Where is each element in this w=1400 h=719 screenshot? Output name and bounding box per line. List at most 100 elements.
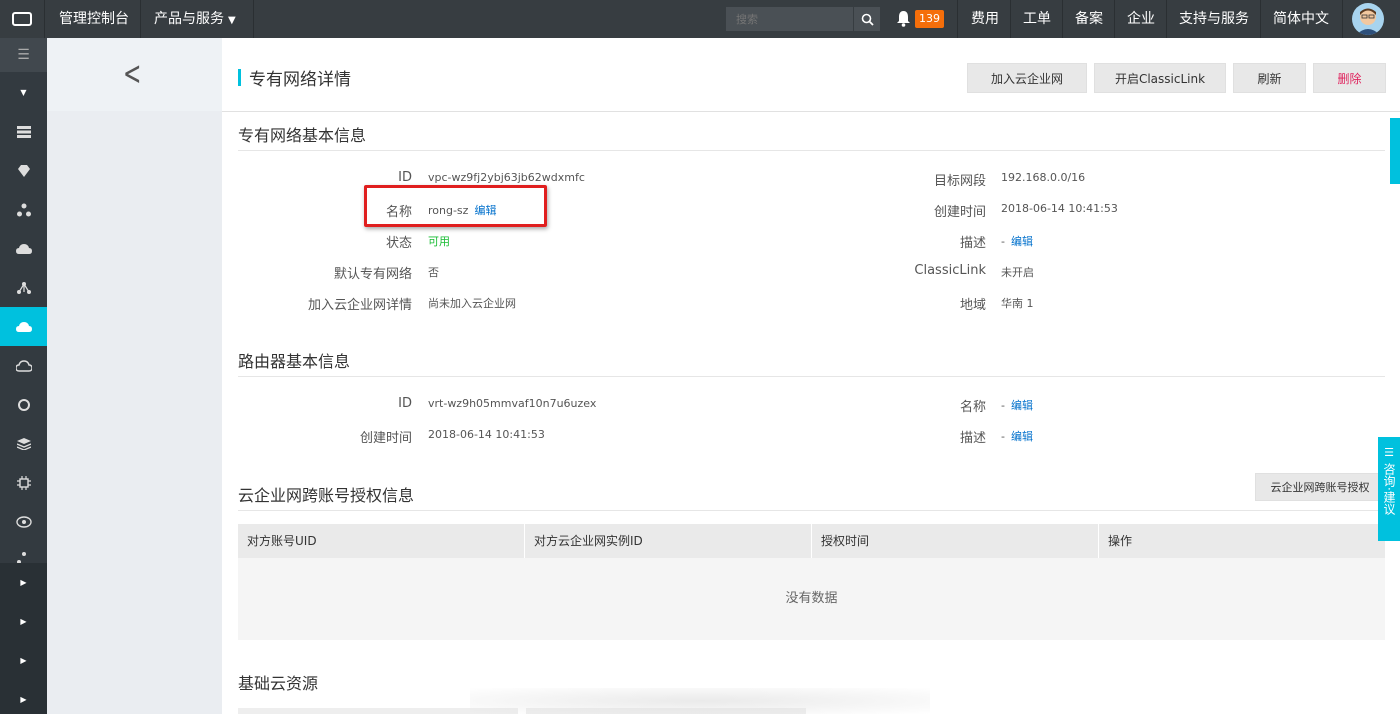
cen-detail-label: 加入云企业网详情 bbox=[307, 298, 412, 313]
column-header[interactable]: 操作 bbox=[1099, 524, 1385, 558]
enterprise-link[interactable]: 企业 bbox=[1115, 0, 1167, 38]
notification-count-badge[interactable]: 139 bbox=[915, 10, 944, 28]
chip-icon bbox=[16, 475, 31, 490]
cidr-label: 目标网段 bbox=[933, 174, 986, 189]
vpc-id-label: ID bbox=[398, 170, 412, 185]
sidebar-groups: ▶ ▶ ▶ ▶ bbox=[0, 563, 47, 714]
router-desc-field: - 编辑 bbox=[1001, 428, 1033, 444]
join-cen-button[interactable]: 加入云企业网 bbox=[967, 63, 1087, 93]
router-created-value: 2018-06-14 10:41:53 bbox=[428, 428, 545, 441]
icp-filing-link[interactable]: 备案 bbox=[1063, 0, 1115, 38]
search-icon bbox=[861, 13, 874, 26]
tickets-link[interactable]: 工单 bbox=[1011, 0, 1063, 38]
scroll-shadow bbox=[470, 688, 930, 714]
icon-sidebar: ☰ ▼ ▶ ▶ ▶ ▶ bbox=[0, 38, 47, 714]
divider bbox=[238, 150, 1385, 151]
vpc-status-value: 可用 bbox=[428, 235, 450, 248]
router-section-title: 路由器基本信息 bbox=[238, 352, 351, 371]
enable-classiclink-button[interactable]: 开启ClassicLink bbox=[1094, 63, 1226, 93]
vpc-desc-label: 描述 bbox=[959, 236, 986, 251]
page-header: 专有网络详情 加入云企业网 开启ClassicLink 刷新 删除 bbox=[222, 38, 1400, 112]
cloud-outline-icon bbox=[15, 359, 32, 372]
column-header[interactable]: 对方云企业网实例ID bbox=[525, 524, 811, 558]
logo-icon bbox=[12, 12, 32, 26]
auth-section-title: 云企业网跨账号授权信息 bbox=[238, 486, 415, 505]
router-name-field: - 编辑 bbox=[1001, 397, 1033, 413]
language-link[interactable]: 简体中文 bbox=[1261, 0, 1341, 38]
router-id-label: ID bbox=[398, 396, 412, 411]
sidebar-item-storage[interactable] bbox=[0, 424, 47, 463]
page-title: 专有网络详情 bbox=[249, 70, 351, 90]
vpc-created-value: 2018-06-14 10:41:53 bbox=[1001, 202, 1118, 215]
delete-button[interactable]: 删除 bbox=[1313, 63, 1386, 93]
sidebar-item-chip[interactable] bbox=[0, 463, 47, 502]
side-handle[interactable] bbox=[1390, 118, 1400, 184]
search-button[interactable] bbox=[853, 7, 880, 31]
classiclink-value: 未开启 bbox=[1001, 266, 1034, 279]
sidebar-item-more[interactable] bbox=[0, 541, 47, 563]
sidebar-group-toggle[interactable]: ▶ bbox=[0, 641, 47, 680]
sidebar-item-security[interactable] bbox=[0, 151, 47, 190]
user-avatar[interactable] bbox=[1352, 3, 1384, 35]
layers-icon bbox=[16, 437, 31, 450]
server-icon bbox=[16, 125, 31, 138]
billing-link[interactable]: 费用 bbox=[959, 0, 1011, 38]
sidebar-item-servers[interactable] bbox=[0, 112, 47, 151]
vpc-section-title: 专有网络基本信息 bbox=[238, 126, 367, 145]
top-bar: 管理控制台 产品与服务 ▼ 139 费用 工单 备案 企业 支持与服务 简体中文 bbox=[0, 0, 1400, 38]
sidebar-item-cdn[interactable] bbox=[0, 346, 47, 385]
sidebar-item-cloud-upload[interactable] bbox=[0, 229, 47, 268]
gem-icon bbox=[17, 164, 30, 177]
column-header[interactable]: 对方账号UID bbox=[238, 524, 524, 558]
caret-right-icon: ▶ bbox=[20, 578, 27, 587]
sidebar-group-toggle[interactable]: ▶ bbox=[0, 680, 47, 719]
feedback-icon: ☰ bbox=[1384, 446, 1394, 459]
edit-router-name-link[interactable]: 编辑 bbox=[1011, 399, 1033, 412]
ring-icon bbox=[17, 398, 30, 411]
eye-icon bbox=[15, 515, 32, 528]
caret-right-icon: ▶ bbox=[20, 656, 27, 665]
products-label: 产品与服务 bbox=[154, 11, 224, 27]
sidebar-item-network[interactable] bbox=[0, 190, 47, 229]
cross-account-auth-button[interactable]: 云企业网跨账号授权 bbox=[1255, 473, 1385, 501]
caret-down-icon: ▼ bbox=[228, 15, 236, 26]
default-vpc-label: 默认专有网络 bbox=[333, 267, 412, 282]
refresh-button[interactable]: 刷新 bbox=[1233, 63, 1306, 93]
sidebar-item-vpc[interactable] bbox=[0, 307, 47, 346]
router-created-label: 创建时间 bbox=[359, 431, 412, 446]
menu-toggle-button[interactable]: ☰ bbox=[0, 38, 47, 72]
column-header[interactable]: 授权时间 bbox=[812, 524, 1098, 558]
sidebar-item-topology[interactable] bbox=[0, 268, 47, 307]
router-name-label: 名称 bbox=[959, 400, 986, 415]
feedback-label: 咨询·建议 bbox=[1382, 463, 1396, 515]
sidebar-item-monitor[interactable] bbox=[0, 385, 47, 424]
secondary-sidebar: < bbox=[47, 38, 222, 714]
caret-right-icon: ▶ bbox=[20, 695, 27, 704]
back-arrow-icon[interactable]: < bbox=[123, 56, 141, 94]
default-vpc-value: 否 bbox=[428, 266, 439, 279]
edit-router-desc-link[interactable]: 编辑 bbox=[1011, 430, 1033, 443]
search-input[interactable] bbox=[726, 7, 854, 31]
collapse-button[interactable]: ▼ bbox=[0, 74, 47, 110]
region-value: 华南 1 bbox=[1001, 297, 1034, 310]
classiclink-label: ClassicLink bbox=[914, 263, 986, 278]
bell-icon[interactable] bbox=[896, 10, 911, 27]
edit-desc-link[interactable]: 编辑 bbox=[1011, 235, 1033, 248]
hamburger-icon: ☰ bbox=[17, 47, 30, 63]
vpc-status-label: 状态 bbox=[385, 236, 412, 251]
support-link[interactable]: 支持与服务 bbox=[1167, 0, 1261, 38]
router-desc-label: 描述 bbox=[959, 431, 986, 446]
sidebar-group-toggle[interactable]: ▶ bbox=[0, 602, 47, 641]
divider bbox=[957, 0, 958, 38]
console-link[interactable]: 管理控制台 bbox=[47, 0, 141, 38]
caret-down-icon: ▼ bbox=[20, 87, 27, 97]
sidebar-item-eye[interactable] bbox=[0, 502, 47, 541]
caret-right-icon: ▶ bbox=[20, 617, 27, 626]
sidebar-group-toggle[interactable]: ▶ bbox=[0, 563, 47, 602]
feedback-tab[interactable]: ☰ 咨询·建议 bbox=[1378, 437, 1400, 541]
aliyun-logo[interactable] bbox=[0, 0, 44, 38]
router-name-value: - bbox=[1001, 399, 1005, 412]
products-menu[interactable]: 产品与服务 ▼ bbox=[142, 0, 248, 38]
title-accent-bar bbox=[238, 69, 241, 86]
empty-state-text: 没有数据 bbox=[785, 591, 838, 606]
